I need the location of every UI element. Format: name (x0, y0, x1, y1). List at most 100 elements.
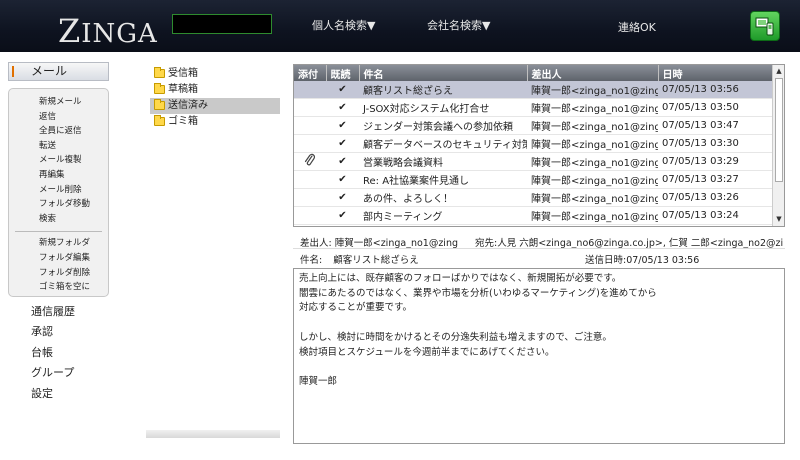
company-search-dropdown[interactable]: 会社名検索▼ (427, 17, 490, 33)
read-mark: ✔ (326, 134, 359, 154)
message-date: 07/05/13 03:24 (658, 206, 774, 225)
message-sender: 陣賀一郎<zinga_no1@zinga (527, 206, 658, 225)
read-mark: ✔ (326, 188, 359, 207)
nav-mail[interactable]: メール (8, 62, 109, 81)
read-mark: ✔ (326, 152, 359, 172)
message-row[interactable]: ✔ 部内ミーティング 陣賀一郎<zinga_no1@zinga 07/05/13 03… (294, 206, 774, 225)
message-row[interactable]: ✔ あの件、よろしく！ 陣賀一郎<zinga_no1@zinga 07/05/13 0… (294, 188, 774, 207)
folder-pane-footer (146, 430, 280, 438)
empty-trash-link[interactable]: ゴミ箱を空に (9, 280, 108, 295)
folder-icon (154, 83, 165, 94)
read-mark: ✔ (326, 224, 359, 226)
scroll-thumb[interactable] (775, 78, 783, 182)
message-row[interactable]: ✔ ジェンダー対策会議への参加依頼 陣賀一郎<zinga_no1@zinga 07/0… (294, 116, 774, 136)
message-subject: あの件、よろしく！ (359, 188, 527, 207)
message-date: 07/05/13 03:26 (658, 188, 774, 207)
main-navigation: 通信履歴 承認 台帳 グループ 設定 (31, 302, 75, 404)
folder-sent[interactable]: 送信済み (150, 98, 280, 114)
folder-drafts[interactable]: 草稿箱 (150, 82, 280, 98)
col-read[interactable]: 既読 (326, 65, 360, 81)
message-sender: 陣賀一郎<zinga_no1@zinga (527, 116, 658, 136)
sent-value: 07/05/13 03:56 (626, 255, 700, 266)
read-mark: ✔ (326, 81, 359, 100)
message-subject: 顧客データベースのセキュリティ対策 (359, 134, 527, 154)
attachment-cell (294, 170, 326, 189)
message-sender: 陣賀一郎<zinga_no1@zinga (527, 152, 658, 172)
col-date[interactable]: 日時 (658, 65, 775, 81)
reply-link[interactable]: 返信 (9, 110, 108, 125)
edit-folder-link[interactable]: フォルダ編集 (9, 251, 108, 266)
delete-mail-link[interactable]: メール削除 (9, 183, 108, 198)
nav-history[interactable]: 通信履歴 (31, 302, 75, 322)
folder-icon (154, 115, 165, 126)
message-row[interactable]: ✔ J-SOX対応システム化打合せ 陣賀一郎<zinga_no1@zinga 07/0… (294, 98, 774, 118)
message-subject: 部内ミーティング (359, 206, 527, 225)
nav-ledger[interactable]: 台帳 (31, 343, 75, 363)
quick-search-box[interactable] (172, 14, 272, 34)
message-list: 添付 既読 件名 差出人 日時 ✔ 顧客リスト総ざらえ 陣賀一郎<zinga_no1… (293, 64, 785, 227)
subject-label: 件名: (300, 255, 323, 266)
message-date: 07/05/13 03:30 (658, 134, 774, 154)
sent-label: 送信日時: (585, 255, 627, 266)
body-line: 検討項目とスケジュールを今週前半までにあげてください。 (299, 346, 555, 358)
read-mark: ✔ (326, 116, 359, 136)
re-edit-link[interactable]: 再編集 (9, 168, 108, 183)
message-sender: 陣賀一郎<zinga_no1@zinga (527, 134, 658, 154)
attachment-cell (294, 98, 326, 118)
body-line: しかし、検討に時間をかけるとその分逸失利益も増えますので、ご注意。 (299, 331, 612, 343)
scroll-down-icon[interactable]: ▼ (774, 214, 784, 225)
message-row[interactable]: ✔ Re: A社協業案件見通し 陣賀一郎<zinga_no1@zinga 07/05/… (294, 170, 774, 189)
folder-tree: 受信箱 草稿箱 送信済み ゴミ箱 (146, 52, 282, 432)
message-row[interactable]: ✔ 顧客データベースのセキュリティ対策 陣賀一郎<zinga_no1@zinga 07… (294, 134, 774, 154)
message-date: 07/05/13 03:29 (658, 152, 774, 172)
message-list-scrollbar[interactable]: ▲ ▼ (772, 65, 784, 226)
nav-group[interactable]: グループ (31, 363, 75, 383)
paperclip-icon (304, 153, 316, 166)
person-search-dropdown[interactable]: 個人名検索▼ (312, 17, 375, 33)
body-line: 売上向上には、既存顧客のフォローばかりではなく、新規開拓が必要です。 (299, 273, 622, 284)
attachment-cell (294, 81, 326, 100)
nav-approval[interactable]: 承認 (31, 322, 75, 342)
message-date: 07/05/13 03:50 (658, 98, 774, 118)
folder-trash[interactable]: ゴミ箱 (150, 114, 280, 130)
message-subject-row: 件名: 顧客リスト総ざらえ (300, 252, 419, 266)
attachment-cell (294, 116, 326, 136)
message-sender: 陣賀一郎<zinga_no1@zinga (527, 81, 658, 100)
col-attachment[interactable]: 添付 (294, 65, 327, 81)
attachment-cell (294, 134, 326, 154)
folder-inbox[interactable]: 受信箱 (150, 66, 280, 82)
message-subject: ジェンダー対策会議への参加依頼 (359, 116, 527, 136)
duplicate-mail-link[interactable]: メール複製 (9, 153, 108, 168)
delete-folder-link[interactable]: フォルダ削除 (9, 266, 108, 281)
app-logo[interactable]: ZINGA (58, 12, 158, 50)
body-blank-line (299, 316, 779, 331)
left-navigation: メール 新規メール 返信 全員に返信 転送 メール複製 再編集 メール削除 フォ… (0, 52, 146, 460)
new-folder-link[interactable]: 新規フォルダ (9, 236, 108, 251)
folder-icon (154, 99, 165, 110)
move-folder-link[interactable]: フォルダ移動 (9, 197, 108, 212)
read-mark: ✔ (326, 98, 359, 118)
search-link[interactable]: 検索 (9, 212, 108, 227)
reply-all-link[interactable]: 全員に返信 (9, 124, 108, 139)
message-date: 07/05/13 02:54 (658, 224, 774, 226)
contact-status[interactable]: 連絡OK (618, 19, 656, 35)
submenu-divider (15, 231, 102, 233)
mobile-sync-button[interactable] (750, 11, 780, 41)
message-row[interactable]: ✔全国キャラバン打合せ開催依頼陣賀一郎<zinga_no1@zinga07/05… (294, 224, 774, 226)
body-blank-line (299, 360, 779, 375)
message-from-row: 差出人: 陣賀一郎<zinga_no1@zing (300, 235, 458, 249)
col-sender[interactable]: 差出人 (527, 65, 659, 81)
mail-submenu: 新規メール 返信 全員に返信 転送 メール複製 再編集 メール削除 フォルダ移動… (8, 88, 109, 297)
message-subject: 営業戦略会議資料 (359, 152, 527, 172)
scroll-up-icon[interactable]: ▲ (774, 66, 784, 77)
message-body[interactable]: 売上向上には、既存顧客のフォローばかりではなく、新規開拓が必要です。 闇雲にあたる… (293, 268, 785, 444)
new-mail-link[interactable]: 新規メール (9, 95, 108, 110)
nav-settings[interactable]: 設定 (31, 384, 75, 404)
message-row[interactable]: ✔ 営業戦略会議資料 陣賀一郎<zinga_no1@zinga 07/05/13 03… (294, 152, 774, 172)
body-line: 陣賀一郎 (299, 375, 338, 387)
col-subject[interactable]: 件名 (359, 65, 528, 81)
message-sender: 陣賀一郎<zinga_no1@zinga (527, 98, 658, 118)
forward-link[interactable]: 転送 (9, 139, 108, 154)
message-row[interactable]: ✔ 顧客リスト総ざらえ 陣賀一郎<zinga_no1@zinga 07/05/13 0… (294, 81, 774, 100)
message-sender: 陣賀一郎<zinga_no1@zinga (527, 188, 658, 207)
